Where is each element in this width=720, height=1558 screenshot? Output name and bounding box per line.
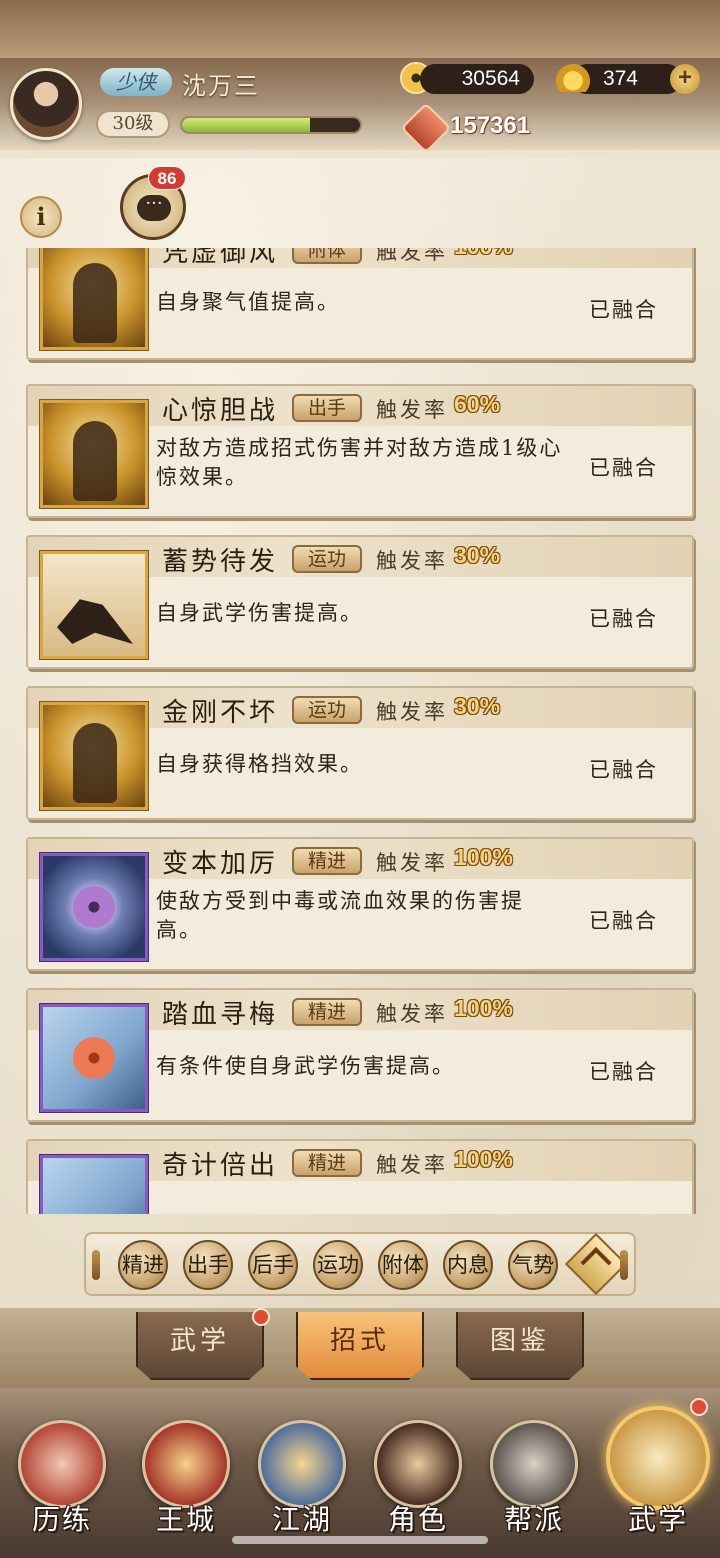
palace-icon — [142, 1420, 230, 1508]
skill-status: 已融合 — [589, 607, 658, 631]
filter-houshou-button[interactable]: 后手 — [248, 1240, 298, 1290]
skill-portrait-icon — [40, 1155, 148, 1214]
skill-status: 已融合 — [589, 909, 658, 933]
skill-name: 心惊胆战 — [162, 396, 279, 426]
skill-card[interactable]: 心惊胆战 出手 触发率 60% 对敌方造成招式伤害并对敌方造成1级心惊效果。 已… — [26, 384, 694, 518]
skill-description: 自身武学伤害提高。 — [156, 601, 363, 625]
skill-type-filter-bar: 精进 出手 后手 运功 附体 内息 气势 — [84, 1232, 636, 1296]
trigger-rate-value: 30% — [454, 693, 501, 719]
skill-name: 奇计倍出 — [162, 1151, 279, 1181]
skill-type-tag: 出手 — [292, 394, 362, 422]
xp-bar — [180, 116, 362, 134]
skill-portrait-icon — [40, 853, 148, 961]
trigger-rate-label: 触发率 — [376, 1002, 448, 1026]
skill-type-tag: 精进 — [292, 998, 362, 1026]
add-ingot-button[interactable]: + — [670, 64, 700, 94]
skill-portrait-icon — [40, 248, 148, 350]
skill-status: 已融合 — [589, 456, 658, 480]
filter-qishi-button[interactable]: 气势 — [508, 1240, 558, 1290]
skill-name: 踏血寻梅 — [162, 1000, 279, 1030]
skill-type-tag: 运功 — [292, 545, 362, 573]
scroll-icon — [606, 1406, 710, 1510]
nav-lilian[interactable]: 历练 — [14, 1406, 110, 1546]
player-name: 沈万三 — [182, 72, 260, 100]
training-icon — [18, 1420, 106, 1508]
filter-chushou-button[interactable]: 出手 — [183, 1240, 233, 1290]
combat-power-value: 157361 — [450, 112, 531, 139]
trigger-rate-value: 30% — [454, 542, 501, 568]
tab-wuxue[interactable]: 武学 — [136, 1312, 264, 1380]
trigger-rate-label: 触发率 — [376, 549, 448, 573]
skill-list[interactable]: 凭虚御风 附体 触发率 100% 自身聚气值提高。 已融合 心惊胆战 出手 触发… — [0, 248, 720, 1214]
filter-neixi-button[interactable]: 内息 — [443, 1240, 493, 1290]
skill-portrait-icon — [40, 702, 148, 810]
nav-wangcheng[interactable]: 王城 — [138, 1406, 234, 1546]
trigger-rate-label: 触发率 — [376, 398, 448, 422]
trigger-rate-label: 触发率 — [376, 1153, 448, 1177]
trigger-rate-value: 100% — [454, 844, 513, 870]
bottom-navigation: 历练 王城 江湖 角色 帮派 武学 — [0, 1388, 720, 1558]
notification-dot — [690, 1398, 708, 1416]
skill-description: 对敌方造成招式伤害并对敌方造成1级心惊效果。 — [156, 436, 563, 489]
coin-count: 30564 — [420, 64, 534, 94]
skill-description: 自身聚气值提高。 — [156, 290, 340, 314]
skill-name: 金刚不坏 — [162, 698, 279, 728]
home-indicator — [232, 1536, 488, 1544]
skill-card[interactable]: 凭虚御风 附体 触发率 100% 自身聚气值提高。 已融合 — [26, 248, 694, 360]
gourd-sword-icon — [258, 1420, 346, 1508]
skill-description: 有条件使自身武学伤害提高。 — [156, 1054, 455, 1078]
info-button[interactable]: i — [20, 196, 62, 238]
skill-name: 变本加厉 — [162, 849, 279, 879]
skill-type-tag: 附体 — [292, 248, 362, 264]
filter-futi-button[interactable]: 附体 — [378, 1240, 428, 1290]
character-icon — [374, 1420, 462, 1508]
skill-status: 已融合 — [589, 758, 658, 782]
skill-type-tag: 运功 — [292, 696, 362, 724]
tab-zhaoshi[interactable]: 招式 — [296, 1312, 424, 1380]
skill-type-tag: 精进 — [292, 847, 362, 875]
nav-bangpai[interactable]: 帮派 — [486, 1406, 582, 1546]
trigger-rate-value: 100% — [454, 995, 513, 1021]
trigger-rate-label: 触发率 — [376, 851, 448, 875]
ingot-icon — [556, 64, 590, 92]
nav-wuxue[interactable]: 武学 — [606, 1406, 710, 1546]
skill-type-tag: 精进 — [292, 1149, 362, 1177]
skill-status: 已融合 — [589, 298, 658, 322]
filter-jingjin-button[interactable]: 精进 — [118, 1240, 168, 1290]
skill-name: 蓄势待发 — [162, 547, 279, 577]
trigger-rate-label: 触发率 — [376, 700, 448, 724]
trigger-rate-value: 100% — [454, 248, 513, 260]
tab-tujian[interactable]: 图鉴 — [456, 1312, 584, 1380]
guild-token-icon — [490, 1420, 578, 1508]
trigger-rate-label: 触发率 — [376, 248, 448, 264]
skill-card[interactable]: 金刚不坏 运功 触发率 30% 自身获得格挡效果。 已融合 — [26, 686, 694, 820]
xp-bar-fill — [182, 118, 311, 132]
skill-description: 自身获得格挡效果。 — [156, 752, 363, 776]
skill-description: 使敌方受到中毒或流血效果的伤害提高。 — [156, 889, 524, 942]
skill-portrait-icon — [40, 400, 148, 508]
player-avatar[interactable] — [10, 68, 82, 140]
top-header: 少侠 沈万三 30级 30564 374 + 157361 — [0, 0, 720, 158]
trigger-rate-value: 100% — [454, 1146, 513, 1172]
nav-juese[interactable]: 角色 — [370, 1406, 466, 1546]
chat-unread-badge: 86 — [148, 166, 186, 190]
skill-status: 已融合 — [589, 1060, 658, 1084]
skill-portrait-icon — [40, 551, 148, 659]
nav-jianghu[interactable]: 江湖 — [254, 1406, 350, 1546]
skill-card[interactable]: 变本加厉 精进 触发率 100% 使敌方受到中毒或流血效果的伤害提高。 已融合 — [26, 837, 694, 971]
notification-dot — [252, 1308, 270, 1326]
skill-portrait-icon — [40, 1004, 148, 1112]
player-level: 30级 — [96, 110, 170, 138]
skill-card[interactable]: 奇计倍出 精进 触发率 100% — [26, 1139, 694, 1214]
chevron-up-icon[interactable] — [564, 1232, 628, 1296]
player-title-badge: 少侠 — [100, 68, 172, 96]
sub-tab-bar: 武学 招式 图鉴 — [0, 1308, 720, 1388]
skill-name: 凭虚御风 — [162, 248, 279, 268]
chat-icon: ··· — [137, 195, 171, 221]
trigger-rate-value: 60% — [454, 391, 501, 417]
filter-yungong-button[interactable]: 运功 — [313, 1240, 363, 1290]
skill-card[interactable]: 蓄势待发 运功 触发率 30% 自身武学伤害提高。 已融合 — [26, 535, 694, 669]
skill-card[interactable]: 踏血寻梅 精进 触发率 100% 有条件使自身武学伤害提高。 已融合 — [26, 988, 694, 1122]
